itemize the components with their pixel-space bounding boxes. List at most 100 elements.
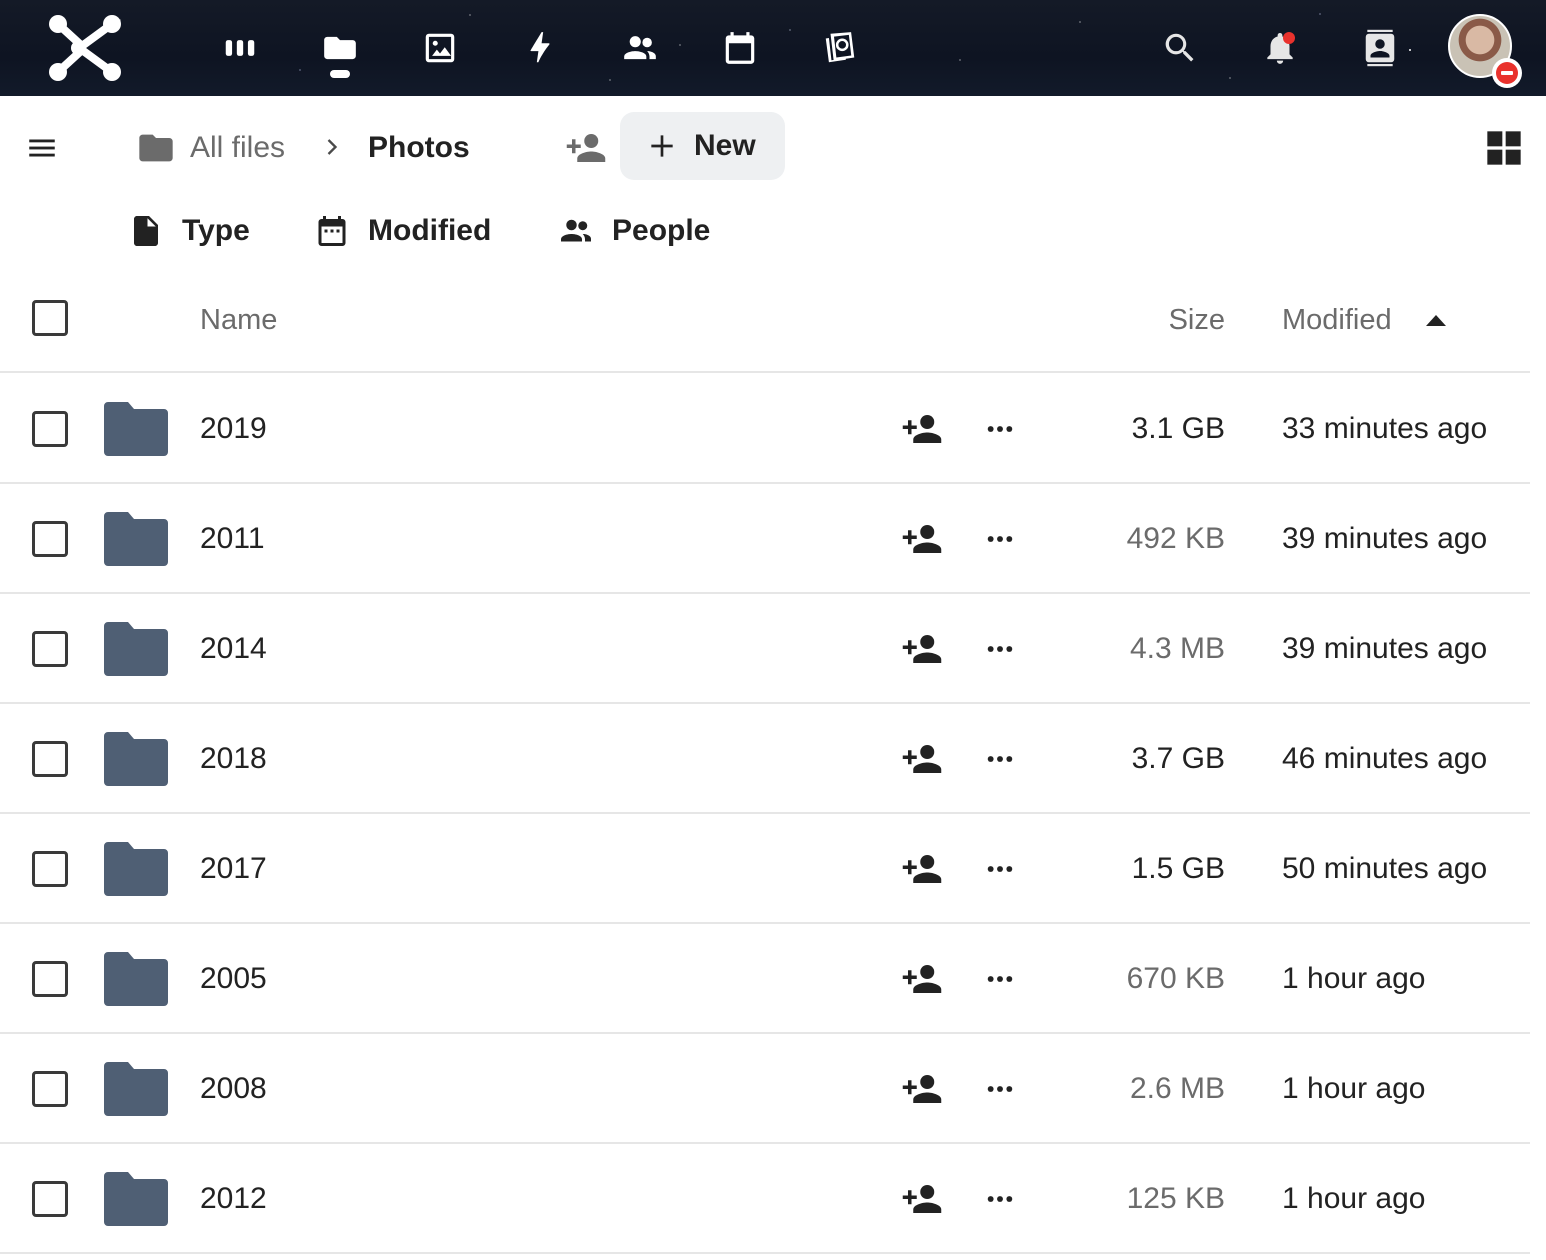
activity-icon[interactable] [516,24,564,72]
dots-horizontal-icon [987,426,1013,432]
filter-people-label: People [612,214,711,247]
table-row[interactable]: 2014 4.3 MB 39 minutes ago [0,594,1530,704]
folder-icon[interactable] [102,1060,170,1118]
breadcrumb-current-folder[interactable]: Photos [368,128,470,168]
active-app-indicator [330,70,350,78]
search-icon[interactable] [1156,24,1204,72]
files-icon[interactable] [316,24,364,72]
account-plus-icon [902,1075,942,1103]
folder-icon[interactable] [102,620,170,678]
share-button[interactable] [896,406,948,452]
file-name[interactable]: 2012 [200,1179,267,1219]
dots-horizontal-icon [987,756,1013,762]
table-row[interactable]: 2019 3.1 GB 33 minutes ago [0,374,1530,484]
share-folder-button[interactable] [562,126,610,170]
table-row[interactable]: 2018 3.7 GB 46 minutes ago [0,704,1530,814]
menu-icon [29,139,55,157]
actions-menu-button[interactable] [976,516,1024,562]
file-modified: 33 minutes ago [1282,412,1488,445]
table-row[interactable]: 2012 125 KB 1 hour ago [0,1144,1530,1254]
notifications-icon[interactable] [1256,24,1304,72]
dashboard-icon[interactable] [216,24,264,72]
filter-modified-label: Modified [368,214,492,247]
file-name[interactable]: 2018 [200,739,267,779]
select-all-checkbox[interactable] [32,300,68,336]
file-size: 3.1 GB [1131,412,1225,445]
do-not-disturb-status-icon [1492,58,1522,88]
file-name[interactable]: 2008 [200,1069,267,1109]
folder-icon[interactable] [102,400,170,458]
dots-horizontal-icon [987,1196,1013,1202]
account-plus-icon [902,415,942,443]
nextcloud-logo-icon[interactable] [44,10,124,86]
row-select-checkbox[interactable] [32,521,68,557]
share-button[interactable] [896,1176,948,1222]
share-button[interactable] [896,516,948,562]
file-name[interactable]: 2019 [200,409,267,449]
file-name[interactable]: 2017 [200,849,267,889]
account-plus-icon [902,525,942,553]
share-button[interactable] [896,626,948,672]
file-modified: 1 hour ago [1282,962,1426,995]
folder-icon[interactable] [102,840,170,898]
table-row[interactable]: 2017 1.5 GB 50 minutes ago [0,814,1530,924]
file-size: 4.3 MB [1129,632,1225,665]
actions-menu-button[interactable] [976,1066,1024,1112]
account-plus-icon [902,1185,942,1213]
contacts-icon[interactable] [616,24,664,72]
row-select-checkbox[interactable] [32,851,68,887]
row-select-checkbox[interactable] [32,1181,68,1217]
table-row[interactable]: 2011 492 KB 39 minutes ago [0,484,1530,594]
chevron-right-icon [327,139,338,155]
account-plus-icon [566,134,606,162]
table-row[interactable]: 2005 670 KB 1 hour ago [0,924,1530,1034]
actions-menu-button[interactable] [976,406,1024,452]
share-button[interactable] [896,736,948,782]
filter-type-button[interactable]: Type [128,206,250,256]
table-row[interactable]: 2008 2.6 MB 1 hour ago [0,1034,1530,1144]
row-select-checkbox[interactable] [32,741,68,777]
actions-menu-button[interactable] [976,1176,1024,1222]
new-button[interactable]: New [620,112,785,180]
row-select-checkbox[interactable] [32,1071,68,1107]
row-select-checkbox[interactable] [32,631,68,667]
contacts-menu-icon[interactable] [1356,24,1404,72]
folder-icon[interactable] [102,730,170,788]
calendar-icon[interactable] [716,24,764,72]
dots-horizontal-icon [987,536,1013,542]
actions-menu-button[interactable] [976,846,1024,892]
column-header-name[interactable]: Name [200,300,277,340]
file-name[interactable]: 2005 [200,959,267,999]
actions-menu-button[interactable] [976,736,1024,782]
photos-icon[interactable] [416,24,464,72]
folder-icon[interactable] [102,950,170,1008]
share-button[interactable] [896,956,948,1002]
file-name[interactable]: 2011 [200,519,265,559]
notification-badge [1283,32,1295,44]
memories-icon[interactable] [816,24,864,72]
share-button[interactable] [896,1066,948,1112]
account-plus-icon [902,635,942,663]
navigation-toggle-button[interactable] [20,126,64,170]
sort-ascending-icon[interactable] [1424,310,1448,330]
actions-menu-button[interactable] [976,626,1024,672]
dots-horizontal-icon [987,866,1013,872]
account-plus-icon [902,965,942,993]
folder-icon[interactable] [102,1170,170,1228]
filter-modified-button[interactable]: Modified [314,206,491,256]
folder-icon[interactable] [102,510,170,568]
file-name[interactable]: 2014 [200,629,267,669]
actions-menu-button[interactable] [976,956,1024,1002]
account-plus-icon [902,855,942,883]
file-icon [134,216,158,246]
share-button[interactable] [896,846,948,892]
file-modified: 39 minutes ago [1282,522,1488,555]
filter-people-button[interactable]: People [558,206,710,256]
row-select-checkbox[interactable] [32,961,68,997]
column-header-modified[interactable]: Modified [1282,300,1392,340]
grid-view-toggle[interactable] [1480,124,1528,172]
file-modified: 50 minutes ago [1282,852,1488,885]
breadcrumb-all-files[interactable]: All files [190,128,285,168]
column-header-size[interactable]: Size [1169,300,1225,340]
row-select-checkbox[interactable] [32,411,68,447]
